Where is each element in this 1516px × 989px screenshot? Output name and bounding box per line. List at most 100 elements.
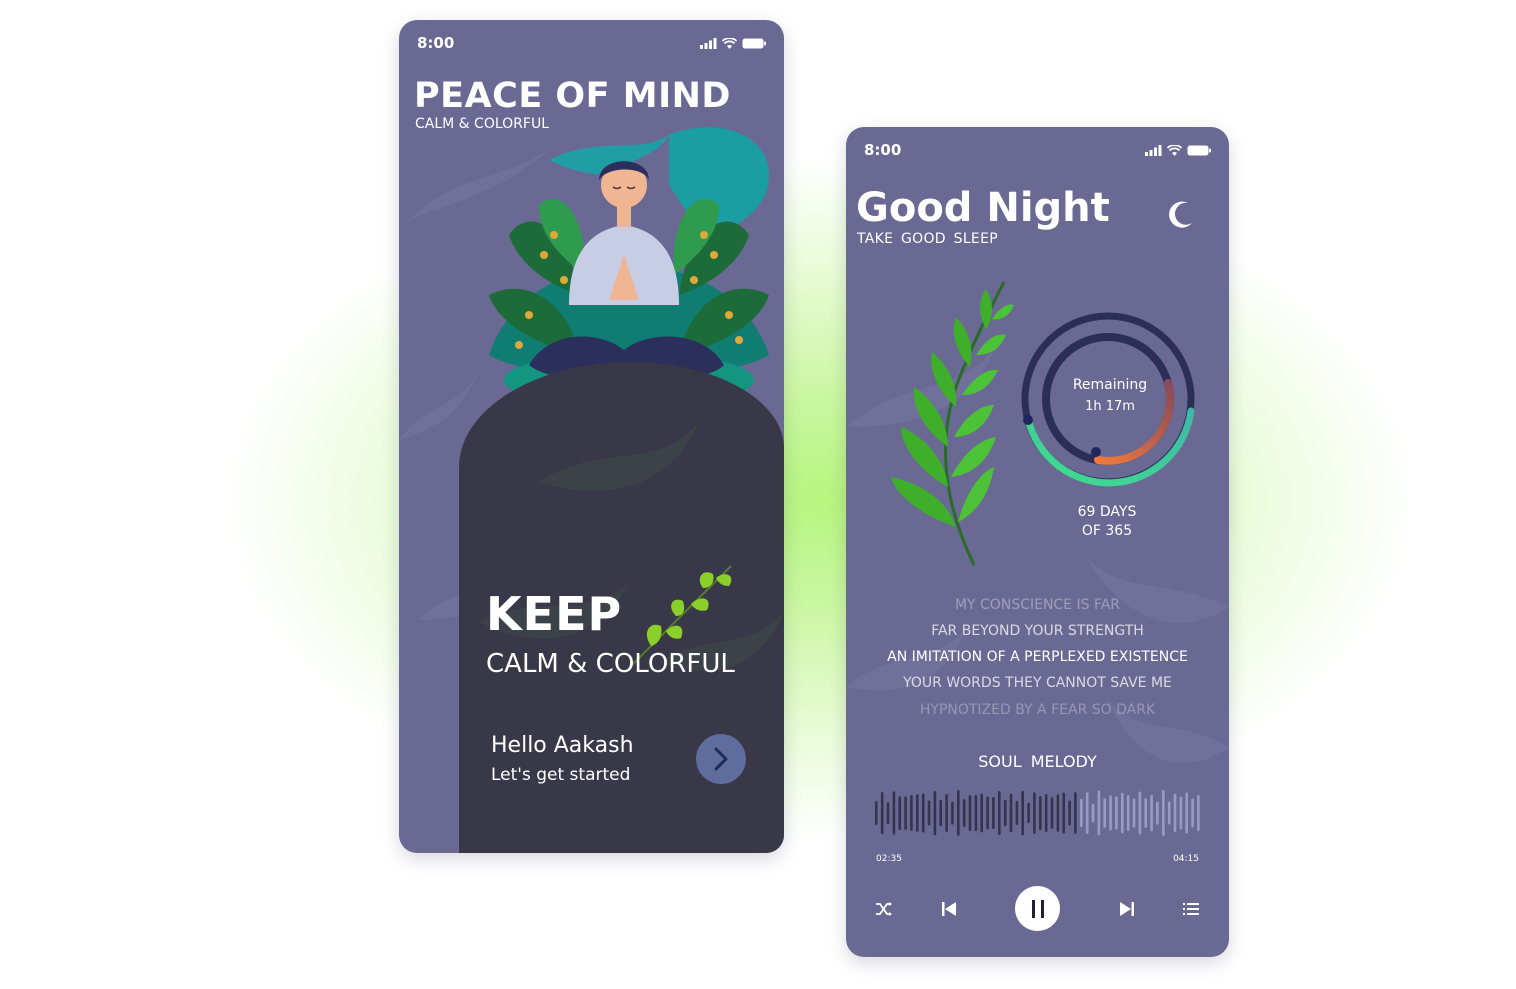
- waveform-bar: [1115, 796, 1118, 830]
- waveform-bar: [974, 795, 978, 832]
- battery-icon: [742, 38, 766, 48]
- waveform-bar: [1080, 798, 1083, 827]
- remaining-value: 1h 17m: [1085, 399, 1135, 414]
- signal-icon: [1145, 144, 1162, 156]
- waveform-bar: [1197, 794, 1200, 832]
- shuffle-icon: [876, 902, 892, 916]
- playlist-button[interactable]: [1181, 899, 1201, 919]
- sleep-player-screen: 8:00 Good Night TAKE GOOD SLEEP Remainin…: [846, 127, 1229, 957]
- shuffle-button[interactable]: [874, 899, 894, 919]
- battery-icon: [1187, 145, 1211, 155]
- audio-waveform-scrubber[interactable]: [874, 787, 1202, 839]
- page-subtitle: TAKE GOOD SLEEP: [857, 231, 998, 247]
- pause-button[interactable]: [1015, 886, 1060, 931]
- waveform-bar: [1091, 803, 1095, 823]
- waveform-bar: [968, 795, 972, 831]
- waveform-bar: [1132, 798, 1136, 828]
- lyric-line: YOUR WORDS THEY CANNOT SAVE ME: [903, 675, 1172, 691]
- waveform-bar: [957, 790, 960, 836]
- waveform-bar: [1074, 792, 1077, 834]
- waveform-bar: [916, 794, 919, 832]
- waveform-bar: [1068, 800, 1071, 826]
- wifi-icon: [1167, 144, 1182, 156]
- waveform-bar: [910, 795, 913, 831]
- headline-subtitle: CALM & COLORFUL: [486, 649, 735, 679]
- waveform-bar: [998, 791, 1001, 835]
- waveform-bar: [1179, 796, 1183, 830]
- days-count: 69 DAYS: [1077, 504, 1137, 520]
- remaining-label: Remaining: [1072, 377, 1148, 393]
- waveform-bar: [921, 793, 925, 833]
- waveform-bar: [1085, 792, 1089, 834]
- waveform-bar: [1167, 801, 1171, 825]
- lyric-line: HYPNOTIZED BY A FEAR SO DARK: [919, 702, 1156, 718]
- waveform-bar: [904, 796, 907, 830]
- waveform-bar: [962, 799, 966, 827]
- waveform-bar: [1121, 792, 1124, 834]
- waveform-bar: [1009, 793, 1013, 833]
- waveform-bar: [1173, 793, 1177, 833]
- waveform-bar: [1097, 790, 1101, 836]
- waveform-bar: [880, 792, 884, 834]
- wifi-icon: [722, 37, 737, 49]
- status-time: 8:00: [864, 141, 902, 159]
- waveform-bar: [927, 800, 931, 826]
- cta-text: Let's get started: [491, 765, 631, 785]
- waveform-bar: [1003, 799, 1007, 827]
- waveform-bar: [898, 796, 901, 830]
- waveform-bar: [1015, 800, 1019, 825]
- waveform-bar: [980, 793, 983, 833]
- waveform-bar: [986, 796, 989, 830]
- waveform-bar: [1144, 798, 1147, 828]
- days-total: OF 365: [1081, 523, 1133, 539]
- waveform-bar: [1044, 794, 1048, 832]
- previous-button[interactable]: [939, 899, 959, 919]
- page-title: Good Night: [856, 185, 1110, 231]
- get-started-button[interactable]: [696, 734, 746, 784]
- waveform-bar: [1103, 798, 1106, 828]
- status-bar: 8:00: [864, 141, 1211, 159]
- waveform-bar: [1050, 797, 1054, 829]
- waveform-bar: [1162, 790, 1165, 836]
- signal-icon: [700, 37, 717, 49]
- next-icon: [1120, 902, 1134, 916]
- waveform-bar: [1033, 792, 1036, 834]
- waveform-bar: [1062, 792, 1065, 834]
- greeting: Hello Aakash: [491, 733, 634, 758]
- waveform-bar: [1138, 791, 1142, 835]
- pause-icon: [1031, 899, 1044, 918]
- waveform-bar: [945, 794, 948, 832]
- moon-icon: [1169, 201, 1192, 228]
- waveform-bar: [939, 799, 942, 827]
- status-bar: 8:00: [417, 34, 766, 52]
- status-time: 8:00: [417, 34, 455, 52]
- waveform-bar: [933, 790, 937, 836]
- waveform-bar: [1027, 802, 1030, 824]
- waveform-bar: [951, 801, 954, 825]
- waveform-bar: [992, 796, 995, 830]
- waveform-bar: [1191, 798, 1194, 828]
- playlist-icon: [1183, 903, 1199, 915]
- waveform-bar: [1021, 790, 1024, 836]
- next-button[interactable]: [1117, 899, 1137, 919]
- lyric-line: FAR BEYOND YOUR STRENGTH: [931, 623, 1144, 639]
- waveform-bar: [886, 802, 890, 824]
- song-title: SOUL MELODY: [978, 752, 1097, 771]
- waveform-bar: [1150, 794, 1153, 832]
- headline: KEEP: [486, 587, 623, 641]
- leaf-branch-illustration: [891, 281, 1014, 566]
- waveform-bar: [1156, 801, 1159, 825]
- page-title: PEACE OF MIND: [414, 76, 731, 116]
- onboarding-screen: 8:00 PEACE OF MIND CALM & COLORFUL KEEP …: [399, 20, 784, 853]
- waveform-bar: [1185, 792, 1188, 834]
- waveform-bar: [1056, 794, 1060, 832]
- previous-icon: [942, 902, 956, 916]
- lyric-line-current: AN IMITATION OF A PERPLEXED EXISTENCE: [887, 649, 1188, 665]
- chevron-right-icon: [714, 747, 728, 771]
- waveform-bar: [1126, 795, 1130, 831]
- time-total: 04:15: [1173, 854, 1199, 864]
- waveform-bar: [1039, 796, 1042, 831]
- waveform-bar: [1109, 795, 1112, 831]
- lyric-line: MY CONSCIENCE IS FAR: [954, 597, 1121, 613]
- waveform-bar: [892, 791, 896, 835]
